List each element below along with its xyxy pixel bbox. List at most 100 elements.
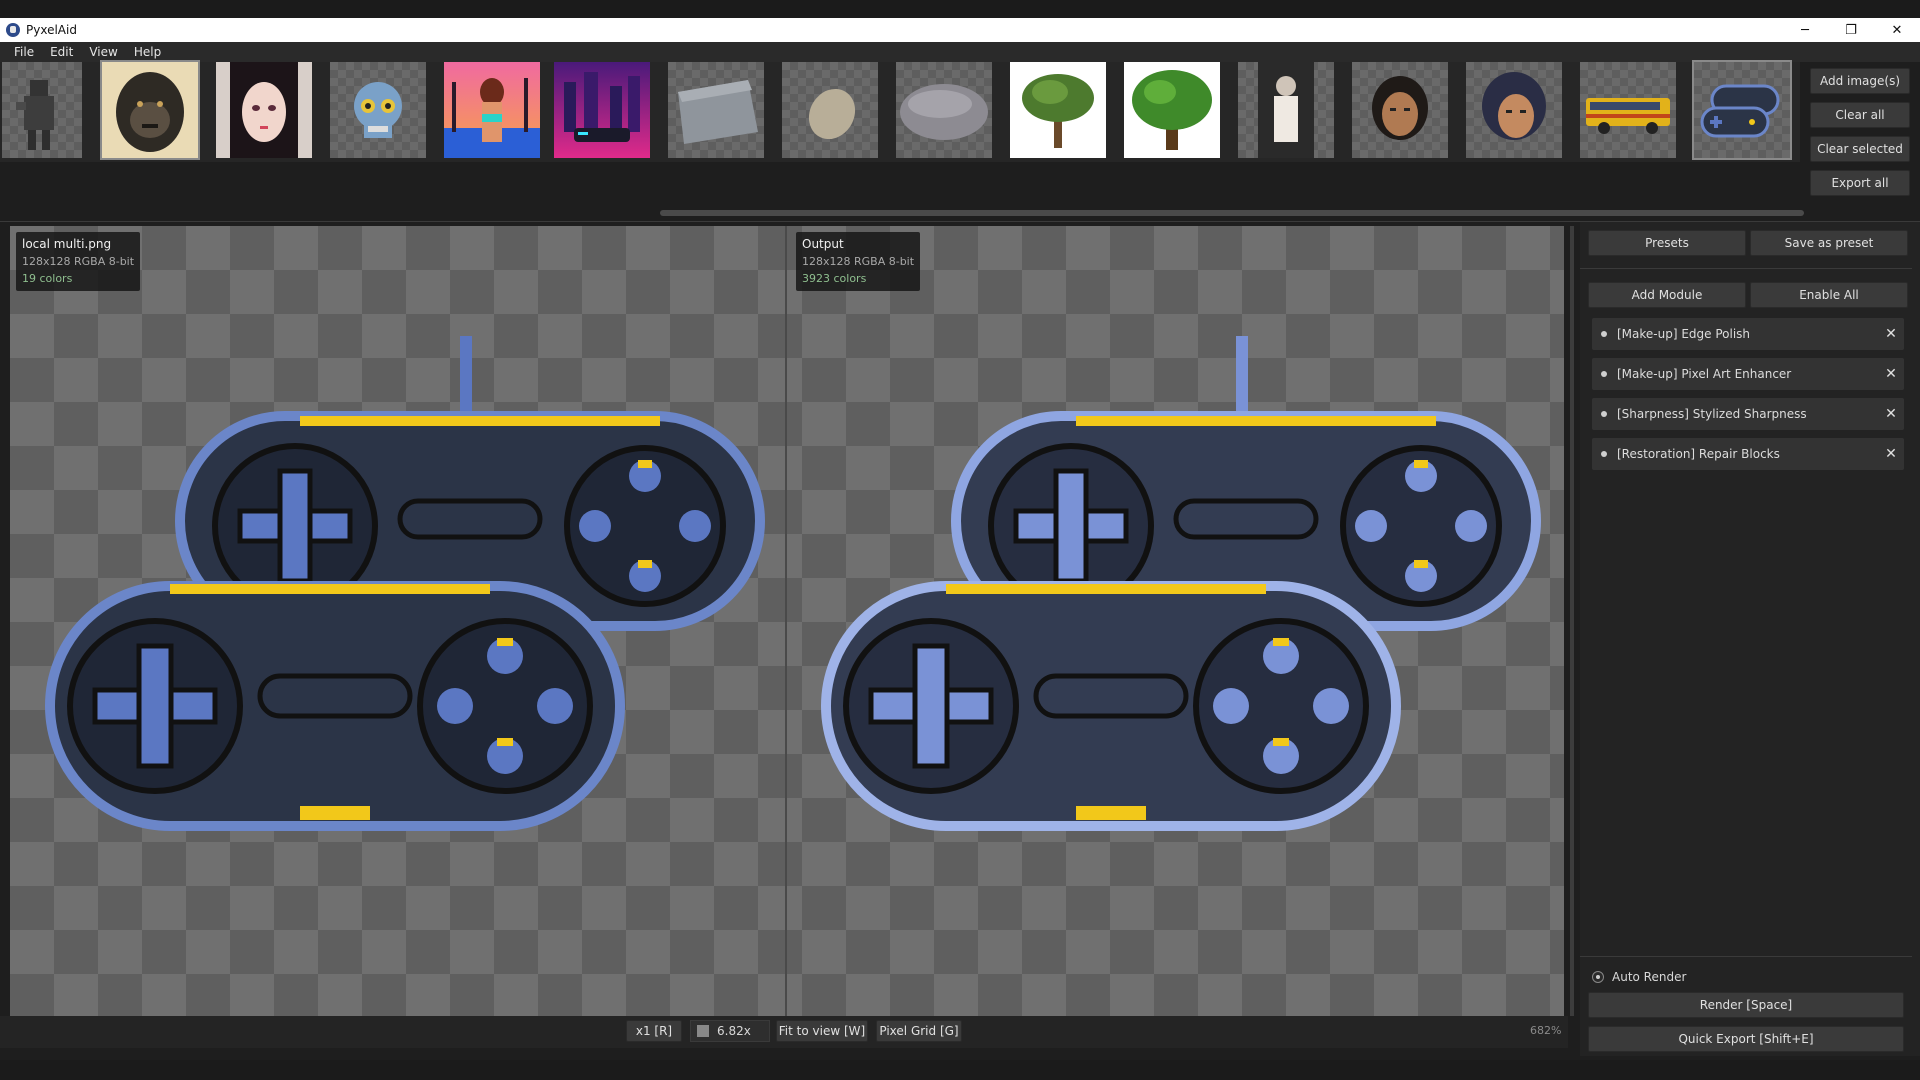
remove-module-icon[interactable]: ✕ xyxy=(1878,366,1904,382)
zoom-value: 6.82x xyxy=(717,1024,751,1038)
front-controller xyxy=(45,581,625,831)
controllers-image xyxy=(1700,84,1780,138)
thumbnail-stone[interactable] xyxy=(896,62,992,158)
add-images-button[interactable]: Add image(s) xyxy=(1810,68,1910,94)
module-item[interactable]: [Make-up] Edge Polish ✕ xyxy=(1592,318,1904,350)
enable-all-button[interactable]: Enable All xyxy=(1750,282,1908,308)
title-bar: PyxelAid ─ ❐ ✕ xyxy=(0,18,1920,42)
module-item[interactable]: [Sharpness] Stylized Sharpness ✕ xyxy=(1592,398,1904,430)
export-all-button[interactable]: Export all xyxy=(1810,170,1910,196)
menu-file[interactable]: File xyxy=(6,45,42,59)
thumbnail-scrollbar[interactable] xyxy=(660,210,1804,216)
beach-woman-image xyxy=(444,78,540,158)
image-viewer[interactable]: local multi.png 128x128 RGBA 8-bit 19 co… xyxy=(10,226,1564,1016)
remove-module-icon[interactable]: ✕ xyxy=(1878,446,1904,462)
thumbnail-school-bus[interactable] xyxy=(1580,62,1676,158)
module-label: [Sharpness] Stylized Sharpness xyxy=(1617,407,1807,421)
thumbnail-pebble[interactable] xyxy=(782,62,878,158)
thumbnail-tree-2[interactable] xyxy=(1124,62,1220,158)
thumbnail-gorilla[interactable] xyxy=(100,60,200,160)
output-color-count: 3923 colors xyxy=(802,272,867,285)
module-item[interactable]: [Restoration] Repair Blocks ✕ xyxy=(1592,438,1904,470)
strip-actions: Add image(s) Clear all Clear selected Ex… xyxy=(1810,68,1910,204)
minimize-button[interactable]: ─ xyxy=(1782,18,1828,42)
add-module-button[interactable]: Add Module xyxy=(1588,282,1746,308)
cat-person-image xyxy=(1258,62,1314,158)
save-preset-button[interactable]: Save as preset xyxy=(1750,230,1908,256)
thumbnail-cat-person[interactable] xyxy=(1238,62,1334,158)
thumbnail-tree-1[interactable] xyxy=(1010,62,1106,158)
compare-split-handle[interactable] xyxy=(785,226,787,1016)
tree-1-image xyxy=(1022,74,1094,148)
face-2-image xyxy=(1482,72,1546,140)
zoom-percent: 682% xyxy=(1530,1024,1562,1037)
input-controllers-image xyxy=(45,336,765,831)
close-button[interactable]: ✕ xyxy=(1874,18,1920,42)
menu-help[interactable]: Help xyxy=(126,45,169,59)
module-label: [Restoration] Repair Blocks xyxy=(1617,447,1780,461)
neon-city-image xyxy=(564,72,640,142)
module-enabled-toggle[interactable] xyxy=(1601,451,1607,457)
thumbnail-neon-city[interactable] xyxy=(554,62,650,158)
thumbnail-ninja[interactable] xyxy=(2,62,82,158)
viewer-scrollbar[interactable] xyxy=(1570,226,1574,1016)
module-enabled-toggle[interactable] xyxy=(1601,371,1607,377)
input-file-meta: 128x128 RGBA 8-bit xyxy=(22,255,135,268)
ninja-image xyxy=(16,80,54,150)
render-button[interactable]: Render [Space] xyxy=(1588,992,1904,1018)
output-controllers-image xyxy=(821,336,1541,831)
thumbnail-controllers[interactable] xyxy=(1692,60,1792,160)
tree-2-image xyxy=(1132,70,1212,150)
module-label: [Make-up] Edge Polish xyxy=(1617,327,1751,341)
face-1-image xyxy=(1372,76,1428,140)
front-controller-output xyxy=(821,581,1401,831)
pixel-grid-button[interactable]: Pixel Grid [G] xyxy=(876,1020,962,1042)
presets-button[interactable]: Presets xyxy=(1588,230,1746,256)
thumbnail-strip xyxy=(0,60,1800,162)
thumbnail-face-2[interactable] xyxy=(1466,62,1562,158)
auto-render-toggle[interactable]: Auto Render xyxy=(1592,970,1686,984)
status-bar xyxy=(0,1060,1920,1080)
pebble-image xyxy=(808,88,856,140)
fit-to-view-button[interactable]: Fit to view [W] xyxy=(776,1020,868,1042)
input-file-name: local multi.png xyxy=(22,237,112,251)
clear-all-button[interactable]: Clear all xyxy=(1810,102,1910,128)
clear-selected-button[interactable]: Clear selected xyxy=(1810,136,1910,162)
module-enabled-toggle[interactable] xyxy=(1601,331,1607,337)
stone-image xyxy=(900,84,988,140)
remove-module-icon[interactable]: ✕ xyxy=(1878,326,1904,342)
zoom-swatch-icon xyxy=(697,1025,709,1037)
zoom-x1-button[interactable]: x1 [R] xyxy=(626,1020,682,1042)
gorilla-image xyxy=(116,72,184,152)
skull-image xyxy=(354,82,402,138)
zoom-input[interactable]: 6.82x xyxy=(690,1020,770,1042)
thumbnail-beach-woman[interactable] xyxy=(444,62,540,158)
menu-view[interactable]: View xyxy=(81,45,125,59)
remove-module-icon[interactable]: ✕ xyxy=(1878,406,1904,422)
module-label: [Make-up] Pixel Art Enhancer xyxy=(1617,367,1792,381)
module-enabled-toggle[interactable] xyxy=(1601,411,1607,417)
input-info-box: local multi.png 128x128 RGBA 8-bit 19 co… xyxy=(16,232,141,291)
separator xyxy=(1580,956,1912,957)
menu-edit[interactable]: Edit xyxy=(42,45,81,59)
output-info-box: Output 128x128 RGBA 8-bit 3923 colors xyxy=(796,232,921,291)
thumbnail-rock-block[interactable] xyxy=(668,62,764,158)
output-label: Output xyxy=(802,237,844,251)
quick-export-button[interactable]: Quick Export [Shift+E] xyxy=(1588,1026,1904,1052)
anime-woman-image xyxy=(230,62,298,158)
menu-bar: File Edit View Help xyxy=(0,42,1920,62)
rock-block-image xyxy=(678,80,758,144)
output-meta: 128x128 RGBA 8-bit xyxy=(802,255,915,268)
auto-render-label: Auto Render xyxy=(1612,970,1687,984)
window-title: PyxelAid xyxy=(26,23,77,37)
module-panel: Presets Save as preset Add Module Enable… xyxy=(1580,222,1920,1056)
thumbnail-anime-woman[interactable] xyxy=(216,62,312,158)
module-item[interactable]: [Make-up] Pixel Art Enhancer ✕ xyxy=(1592,358,1904,390)
thumbnail-face-1[interactable] xyxy=(1352,62,1448,158)
app-icon xyxy=(6,23,20,37)
thumbnail-skull[interactable] xyxy=(330,62,426,158)
auto-render-radio[interactable] xyxy=(1592,971,1604,983)
top-strip xyxy=(0,0,1920,18)
maximize-button[interactable]: ❐ xyxy=(1828,18,1874,42)
school-bus-image xyxy=(1586,98,1670,134)
